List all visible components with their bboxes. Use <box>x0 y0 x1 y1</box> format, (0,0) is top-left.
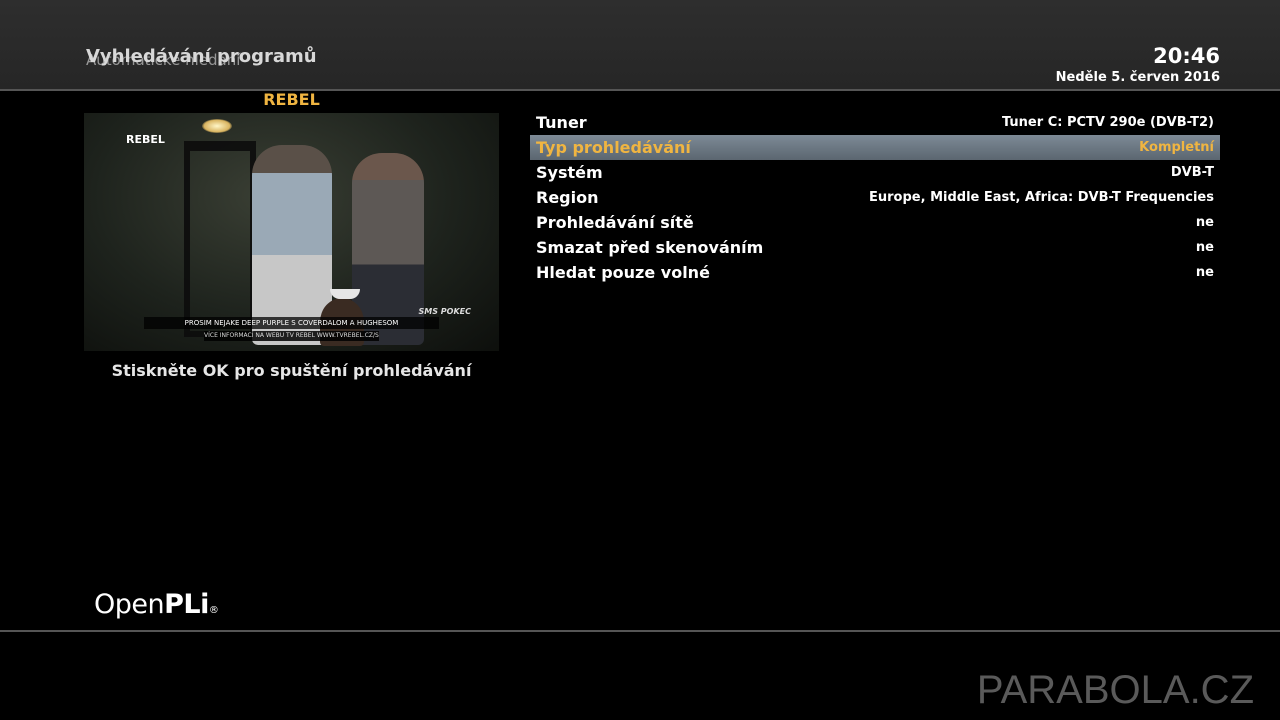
clock: 20:46 <box>1153 44 1220 68</box>
setting-label: Smazat před skenováním <box>536 238 764 257</box>
setting-value: Kompletní <box>1139 140 1214 155</box>
window-title-stack: Automatické hledání Vyhledávání programů <box>86 46 486 72</box>
setting-label: Prohledávání sítě <box>536 213 694 232</box>
setting-value: Europe, Middle East, Africa: DVB-T Frequ… <box>869 190 1214 205</box>
setting-value: ne <box>1195 265 1214 280</box>
channel-name: REBEL <box>263 90 320 109</box>
registered-mark: ® <box>208 605 219 616</box>
preview-ticker-sub: VÍCE INFORMACÍ NA WEBU TV REBEL WWW.TVRE… <box>204 331 379 341</box>
preview-lamp <box>202 119 232 133</box>
scan-settings-list: Tuner Tuner C: PCTV 290e (DVB-T2) Typ pr… <box>530 110 1220 285</box>
setting-value: Tuner C: PCTV 290e (DVB-T2) <box>1001 115 1214 130</box>
setting-label: Tuner <box>536 113 587 132</box>
setting-label: Systém <box>536 163 603 182</box>
date: Neděle 5. červen 2016 <box>1055 70 1220 85</box>
preview-channel-logo: REBEL <box>126 133 165 146</box>
tv-preview: REBEL SMS POKEC PROSIM NEJAKE DEEP PURPL… <box>84 113 499 351</box>
setting-value: ne <box>1195 215 1214 230</box>
setting-label: Hledat pouze volné <box>536 263 710 282</box>
header-bar: Automatické hledání Vyhledávání programů… <box>0 0 1280 91</box>
preview-ticker: PROSIM NEJAKE DEEP PURPLE S COVERDALOM A… <box>144 317 439 329</box>
preview-backdrop-digit <box>184 141 256 337</box>
watermark: PARABOLA.CZ <box>976 668 1254 712</box>
footer-divider <box>0 630 1280 632</box>
setting-system[interactable]: Systém DVB-T <box>530 160 1220 185</box>
setting-value: DVB-T <box>1170 165 1214 180</box>
setting-clear-before-scan[interactable]: Smazat před skenováním ne <box>530 235 1220 260</box>
setting-region[interactable]: Region Europe, Middle East, Africa: DVB-… <box>530 185 1220 210</box>
window-title: Vyhledávání programů <box>86 46 317 67</box>
setting-free-only[interactable]: Hledat pouze volné ne <box>530 260 1220 285</box>
setting-tuner[interactable]: Tuner Tuner C: PCTV 290e (DVB-T2) <box>530 110 1220 135</box>
setting-scan-type[interactable]: Typ prohledávání Kompletní <box>530 135 1220 160</box>
preview-sms-label: SMS POKEC <box>418 307 471 316</box>
start-scan-hint: Stiskněte OK pro spuštění prohledávání <box>111 361 472 380</box>
setting-network-scan[interactable]: Prohledávání sítě ne <box>530 210 1220 235</box>
logo-open: Open <box>94 589 165 620</box>
setting-value: ne <box>1195 240 1214 255</box>
openpli-logo: OpenPLi® <box>94 589 219 620</box>
logo-pli: PLi <box>164 589 209 620</box>
setting-label: Typ prohledávání <box>536 138 691 157</box>
setting-label: Region <box>536 188 599 207</box>
